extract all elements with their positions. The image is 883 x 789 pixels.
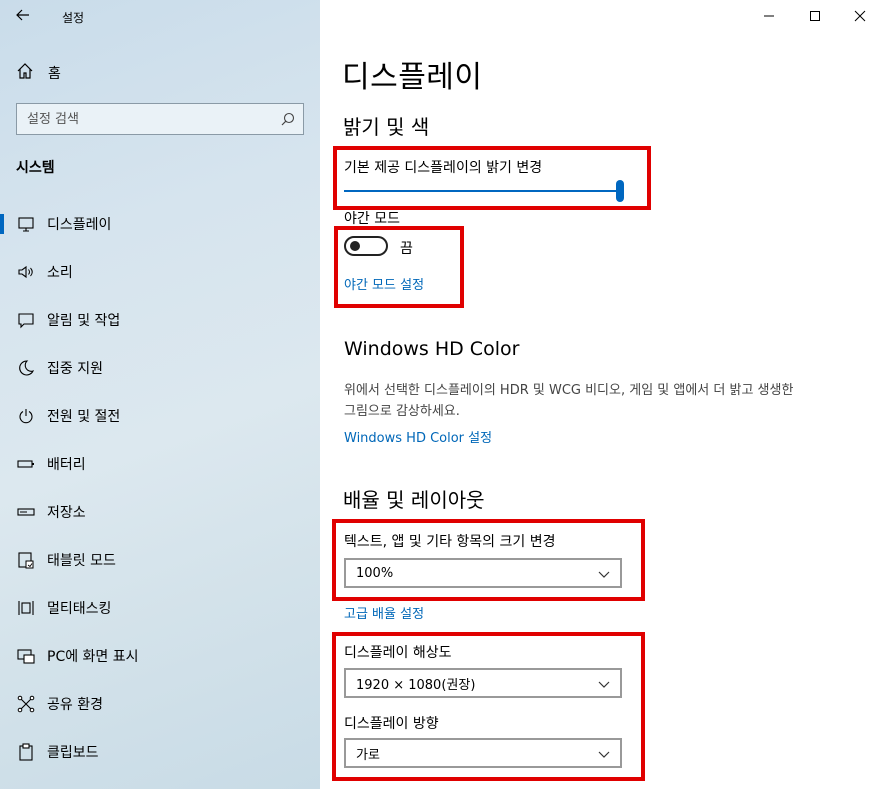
notification-icon xyxy=(16,310,36,330)
brightness-slider-thumb[interactable] xyxy=(616,180,624,202)
app-title: 설정 xyxy=(62,11,85,25)
night-light-label: 야간 모드 xyxy=(344,211,400,227)
sidebar-item-clipboard[interactable]: 클립보드 xyxy=(0,732,320,772)
toggle-knob xyxy=(350,241,360,251)
sidebar-item-battery[interactable]: 배터리 xyxy=(0,444,320,484)
night-light-settings-link[interactable]: 야간 모드 설정 xyxy=(344,274,424,293)
sidebar-item-label: 알림 및 작업 xyxy=(47,313,121,329)
orientation-dropdown[interactable]: 가로 xyxy=(344,738,622,768)
page-title: 디스플레이 xyxy=(342,60,483,95)
sidebar-item-label: 저장소 xyxy=(47,505,86,521)
share-icon xyxy=(16,694,36,714)
chevron-down-icon xyxy=(598,564,610,583)
sidebar-item-label: 홈 xyxy=(48,66,61,82)
sidebar-item-label: 클립보드 xyxy=(47,745,99,761)
scale-value: 100% xyxy=(356,565,394,581)
home-icon xyxy=(16,62,34,84)
night-light-state: 끔 xyxy=(400,241,413,257)
sidebar-item-storage[interactable]: 저장소 xyxy=(0,492,320,532)
search-icon[interactable] xyxy=(273,104,303,134)
sidebar-item-display[interactable]: 디스플레이 xyxy=(0,204,320,244)
night-light-toggle[interactable] xyxy=(344,236,388,256)
advanced-scale-link[interactable]: 고급 배율 설정 xyxy=(344,603,424,622)
sidebar-item-label: 태블릿 모드 xyxy=(47,553,116,569)
sidebar-item-label: 공유 환경 xyxy=(47,697,103,713)
scale-dropdown[interactable]: 100% xyxy=(344,558,622,588)
arrow-left-icon xyxy=(15,7,31,27)
section-title: 시스템 xyxy=(16,160,55,176)
hdr-description: 위에서 선택한 디스플레이의 HDR 및 WCG 비디오, 게임 및 앱에서 더… xyxy=(344,383,794,419)
section-heading-hdr: Windows HD Color xyxy=(344,338,520,360)
close-button[interactable] xyxy=(837,0,883,32)
sidebar-item-focus-assist[interactable]: 집중 지원 xyxy=(0,348,320,388)
sidebar-item-power[interactable]: 전원 및 절전 xyxy=(0,396,320,436)
search-box[interactable] xyxy=(16,103,304,135)
sidebar-item-label: 디스플레이 xyxy=(47,217,112,233)
section-heading-brightness: 밝기 및 색 xyxy=(343,115,430,139)
monitor-icon xyxy=(16,214,36,234)
search-input[interactable] xyxy=(17,104,273,134)
sidebar-item-label: 멀티태스킹 xyxy=(47,601,112,617)
chevron-down-icon xyxy=(598,674,610,693)
sidebar-item-home[interactable]: 홈 xyxy=(16,60,61,86)
clipboard-icon xyxy=(16,742,36,762)
sidebar-item-label: 집중 지원 xyxy=(47,361,103,377)
maximize-button[interactable] xyxy=(792,0,838,32)
power-icon xyxy=(16,406,36,426)
resolution-label: 디스플레이 해상도 xyxy=(344,645,452,661)
sidebar-item-notifications[interactable]: 알림 및 작업 xyxy=(0,300,320,340)
sidebar-item-sound[interactable]: 소리 xyxy=(0,252,320,292)
brightness-slider-track[interactable] xyxy=(344,190,620,192)
minimize-icon xyxy=(763,7,775,26)
sidebar-item-tablet-mode[interactable]: 태블릿 모드 xyxy=(0,540,320,580)
multitasking-icon xyxy=(16,598,36,618)
sidebar-item-project[interactable]: PC에 화면 표시 xyxy=(0,636,320,676)
active-indicator xyxy=(0,214,4,234)
sidebar-item-label: PC에 화면 표시 xyxy=(47,649,139,665)
title-bar: 설정 xyxy=(0,0,320,34)
maximize-icon xyxy=(809,7,821,26)
tablet-icon xyxy=(16,550,36,570)
section-heading-scale: 배율 및 레이아웃 xyxy=(343,488,485,512)
chevron-down-icon xyxy=(598,744,610,763)
battery-icon xyxy=(16,454,36,474)
close-icon xyxy=(854,7,866,26)
orientation-value: 가로 xyxy=(356,747,380,763)
sidebar-item-shared-experiences[interactable]: 공유 환경 xyxy=(0,684,320,724)
sidebar-item-label: 소리 xyxy=(47,265,73,281)
main-content: 디스플레이 밝기 및 색 기본 제공 디스플레이의 밝기 변경 야간 모드 끔 … xyxy=(320,0,883,789)
minimize-button[interactable] xyxy=(746,0,792,32)
project-icon xyxy=(16,646,36,666)
sidebar-item-multitasking[interactable]: 멀티태스킹 xyxy=(0,588,320,628)
storage-icon xyxy=(16,502,36,522)
hdr-settings-link[interactable]: Windows HD Color 설정 xyxy=(344,427,492,446)
highlight-box xyxy=(333,146,651,210)
sidebar-item-label: 배터리 xyxy=(47,457,86,473)
speaker-icon xyxy=(16,262,36,282)
scale-label: 텍스트, 앱 및 기타 항목의 크기 변경 xyxy=(344,534,556,550)
resolution-value: 1920 × 1080(권장) xyxy=(356,677,476,693)
sidebar: 설정 홈 시스템 디스플레이 소리 알림 및 작업 xyxy=(0,0,320,789)
resolution-dropdown[interactable]: 1920 × 1080(권장) xyxy=(344,668,622,698)
sidebar-item-label: 전원 및 절전 xyxy=(47,409,121,425)
brightness-label: 기본 제공 디스플레이의 밝기 변경 xyxy=(344,160,543,176)
moon-icon xyxy=(16,358,36,378)
back-button[interactable] xyxy=(8,4,38,30)
orientation-label: 디스플레이 방향 xyxy=(344,716,439,732)
